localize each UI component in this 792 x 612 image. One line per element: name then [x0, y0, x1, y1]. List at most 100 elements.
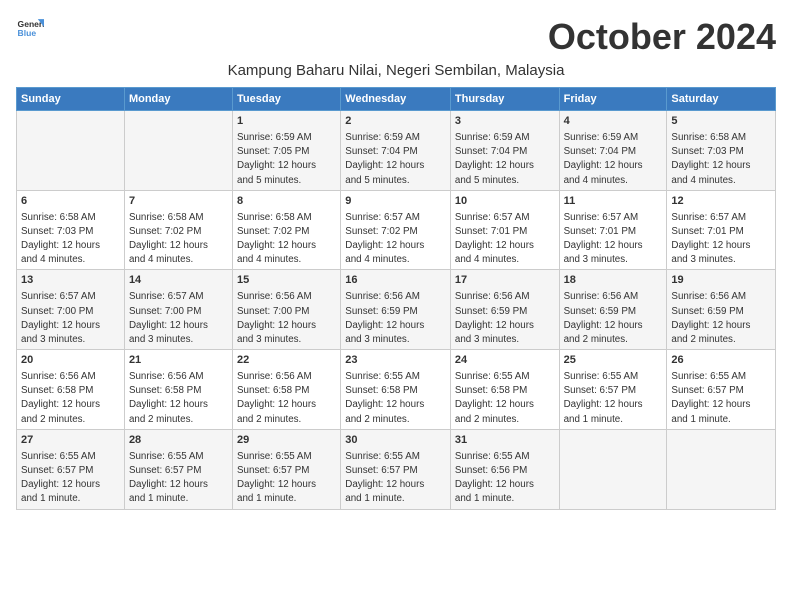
- day-number: 3: [455, 114, 555, 129]
- day-info: Sunrise: 6:55 AM Sunset: 6:57 PM Dayligh…: [129, 451, 208, 505]
- day-info: Sunrise: 6:55 AM Sunset: 6:57 PM Dayligh…: [345, 451, 424, 505]
- calendar-cell: [17, 111, 125, 191]
- calendar-cell: 6 Sunrise: 6:58 AM Sunset: 7:03 PM Daylig…: [17, 190, 125, 270]
- calendar-cell: 7 Sunrise: 6:58 AM Sunset: 7:02 PM Daylig…: [124, 190, 232, 270]
- calendar-cell: 17 Sunrise: 6:56 AM Sunset: 6:59 PM Dayli…: [450, 270, 559, 350]
- calendar-cell: 9Sunrise: 6:57 AM Sunset: 7:02 PM Daylig…: [341, 190, 451, 270]
- day-number: 28: [129, 433, 228, 448]
- day-info: Sunrise: 6:58 AM Sunset: 7:02 PM Dayligh…: [129, 212, 208, 266]
- day-number: 19: [671, 273, 771, 288]
- header-thursday: Thursday: [450, 88, 559, 111]
- calendar-cell: 14 Sunrise: 6:57 AM Sunset: 7:00 PM Dayli…: [124, 270, 232, 350]
- day-info: Sunrise: 6:55 AM Sunset: 6:57 PM Dayligh…: [564, 371, 643, 425]
- day-info: Sunrise: 6:56 AM Sunset: 6:59 PM Dayligh…: [564, 291, 643, 345]
- location-title: Kampung Baharu Nilai, Negeri Sembilan, M…: [16, 62, 776, 79]
- day-number: 31: [455, 433, 555, 448]
- calendar-cell: 18 Sunrise: 6:56 AM Sunset: 6:59 PM Dayli…: [559, 270, 667, 350]
- day-info: Sunrise: 6:57 AM Sunset: 7:00 PM Dayligh…: [21, 291, 100, 345]
- day-info: Sunrise: 6:55 AM Sunset: 6:58 PM Dayligh…: [455, 371, 534, 425]
- day-number: 13: [21, 273, 120, 288]
- calendar-cell: 23 Sunrise: 6:55 AM Sunset: 6:58 PM Dayli…: [341, 350, 451, 430]
- calendar-week-2: 6 Sunrise: 6:58 AM Sunset: 7:03 PM Daylig…: [17, 190, 776, 270]
- day-info: Sunrise: 6:55 AM Sunset: 6:57 PM Dayligh…: [21, 451, 100, 505]
- day-info: Sunrise: 6:55 AM Sunset: 6:56 PM Dayligh…: [455, 451, 534, 505]
- calendar-week-1: 1 Sunrise: 6:59 AM Sunset: 7:05 PM Daylig…: [17, 111, 776, 191]
- day-info: Sunrise: 6:56 AM Sunset: 6:58 PM Dayligh…: [21, 371, 100, 425]
- calendar-cell: 19 Sunrise: 6:56 AM Sunset: 6:59 PM Dayli…: [667, 270, 776, 350]
- day-number: 18: [564, 273, 663, 288]
- month-title: October 2024: [548, 16, 776, 58]
- calendar-cell: 15 Sunrise: 6:56 AM Sunset: 7:00 PM Dayli…: [233, 270, 341, 350]
- day-number: 7: [129, 194, 228, 209]
- calendar-cell: 8 Sunrise: 6:58 AM Sunset: 7:02 PM Daylig…: [233, 190, 341, 270]
- calendar-cell: 24 Sunrise: 6:55 AM Sunset: 6:58 PM Dayli…: [450, 350, 559, 430]
- day-info: Sunrise: 6:59 AM Sunset: 7:04 PM Dayligh…: [455, 132, 534, 186]
- day-number: 14: [129, 273, 228, 288]
- calendar-week-3: 13 Sunrise: 6:57 AM Sunset: 7:00 PM Dayli…: [17, 270, 776, 350]
- calendar-cell: [667, 429, 776, 509]
- day-info: Sunrise: 6:55 AM Sunset: 6:57 PM Dayligh…: [237, 451, 316, 505]
- day-number: 27: [21, 433, 120, 448]
- day-number: 6: [21, 194, 120, 209]
- day-info: Sunrise: 6:58 AM Sunset: 7:02 PM Dayligh…: [237, 212, 316, 266]
- calendar-cell: 26 Sunrise: 6:55 AM Sunset: 6:57 PM Dayli…: [667, 350, 776, 430]
- header-monday: Monday: [124, 88, 232, 111]
- day-info: Sunrise: 6:58 AM Sunset: 7:03 PM Dayligh…: [21, 212, 100, 266]
- calendar-header-row: SundayMondayTuesdayWednesdayThursdayFrid…: [17, 88, 776, 111]
- day-info: Sunrise: 6:56 AM Sunset: 6:59 PM Dayligh…: [671, 291, 750, 345]
- calendar-cell: 4Sunrise: 6:59 AM Sunset: 7:04 PM Daylig…: [559, 111, 667, 191]
- day-number: 22: [237, 353, 336, 368]
- calendar-cell: 27 Sunrise: 6:55 AM Sunset: 6:57 PM Dayli…: [17, 429, 125, 509]
- day-number: 17: [455, 273, 555, 288]
- calendar-cell: 3 Sunrise: 6:59 AM Sunset: 7:04 PM Daylig…: [450, 111, 559, 191]
- page-header: General Blue October 2024: [16, 16, 776, 58]
- calendar-cell: 31 Sunrise: 6:55 AM Sunset: 6:56 PM Dayli…: [450, 429, 559, 509]
- header-sunday: Sunday: [17, 88, 125, 111]
- calendar-cell: 10 Sunrise: 6:57 AM Sunset: 7:01 PM Dayli…: [450, 190, 559, 270]
- day-number: 1: [237, 114, 336, 129]
- day-info: Sunrise: 6:55 AM Sunset: 6:57 PM Dayligh…: [671, 371, 750, 425]
- day-info: Sunrise: 6:59 AM Sunset: 7:05 PM Dayligh…: [237, 132, 316, 186]
- day-number: 10: [455, 194, 555, 209]
- calendar-cell: 30Sunrise: 6:55 AM Sunset: 6:57 PM Dayli…: [341, 429, 451, 509]
- calendar-cell: 11 Sunrise: 6:57 AM Sunset: 7:01 PM Dayli…: [559, 190, 667, 270]
- logo-icon: General Blue: [16, 16, 44, 44]
- calendar-cell: 12Sunrise: 6:57 AM Sunset: 7:01 PM Dayli…: [667, 190, 776, 270]
- day-number: 21: [129, 353, 228, 368]
- day-info: Sunrise: 6:56 AM Sunset: 6:59 PM Dayligh…: [345, 291, 424, 345]
- day-number: 12: [671, 194, 771, 209]
- day-number: 11: [564, 194, 663, 209]
- day-info: Sunrise: 6:57 AM Sunset: 7:00 PM Dayligh…: [129, 291, 208, 345]
- day-number: 23: [345, 353, 446, 368]
- day-info: Sunrise: 6:56 AM Sunset: 6:58 PM Dayligh…: [237, 371, 316, 425]
- day-info: Sunrise: 6:59 AM Sunset: 7:04 PM Dayligh…: [345, 132, 424, 186]
- day-info: Sunrise: 6:55 AM Sunset: 6:58 PM Dayligh…: [345, 371, 424, 425]
- calendar-cell: 13 Sunrise: 6:57 AM Sunset: 7:00 PM Dayli…: [17, 270, 125, 350]
- day-number: 26: [671, 353, 771, 368]
- header-friday: Friday: [559, 88, 667, 111]
- day-info: Sunrise: 6:57 AM Sunset: 7:01 PM Dayligh…: [564, 212, 643, 266]
- day-number: 15: [237, 273, 336, 288]
- header-wednesday: Wednesday: [341, 88, 451, 111]
- header-tuesday: Tuesday: [233, 88, 341, 111]
- day-number: 8: [237, 194, 336, 209]
- calendar-cell: 29Sunrise: 6:55 AM Sunset: 6:57 PM Dayli…: [233, 429, 341, 509]
- day-info: Sunrise: 6:56 AM Sunset: 7:00 PM Dayligh…: [237, 291, 316, 345]
- calendar-cell: 5Sunrise: 6:58 AM Sunset: 7:03 PM Daylig…: [667, 111, 776, 191]
- calendar-cell: 21 Sunrise: 6:56 AM Sunset: 6:58 PM Dayli…: [124, 350, 232, 430]
- day-info: Sunrise: 6:56 AM Sunset: 6:59 PM Dayligh…: [455, 291, 534, 345]
- day-info: Sunrise: 6:59 AM Sunset: 7:04 PM Dayligh…: [564, 132, 643, 186]
- calendar-table: SundayMondayTuesdayWednesdayThursdayFrid…: [16, 87, 776, 510]
- calendar-cell: 2 Sunrise: 6:59 AM Sunset: 7:04 PM Daylig…: [341, 111, 451, 191]
- day-info: Sunrise: 6:57 AM Sunset: 7:01 PM Dayligh…: [455, 212, 534, 266]
- calendar-cell: 28 Sunrise: 6:55 AM Sunset: 6:57 PM Dayli…: [124, 429, 232, 509]
- calendar-cell: 16Sunrise: 6:56 AM Sunset: 6:59 PM Dayli…: [341, 270, 451, 350]
- calendar-week-4: 20 Sunrise: 6:56 AM Sunset: 6:58 PM Dayli…: [17, 350, 776, 430]
- calendar-cell: [124, 111, 232, 191]
- day-number: 24: [455, 353, 555, 368]
- day-number: 5: [671, 114, 771, 129]
- day-number: 2: [345, 114, 446, 129]
- calendar-body: 1 Sunrise: 6:59 AM Sunset: 7:05 PM Daylig…: [17, 111, 776, 510]
- day-info: Sunrise: 6:56 AM Sunset: 6:58 PM Dayligh…: [129, 371, 208, 425]
- day-number: 20: [21, 353, 120, 368]
